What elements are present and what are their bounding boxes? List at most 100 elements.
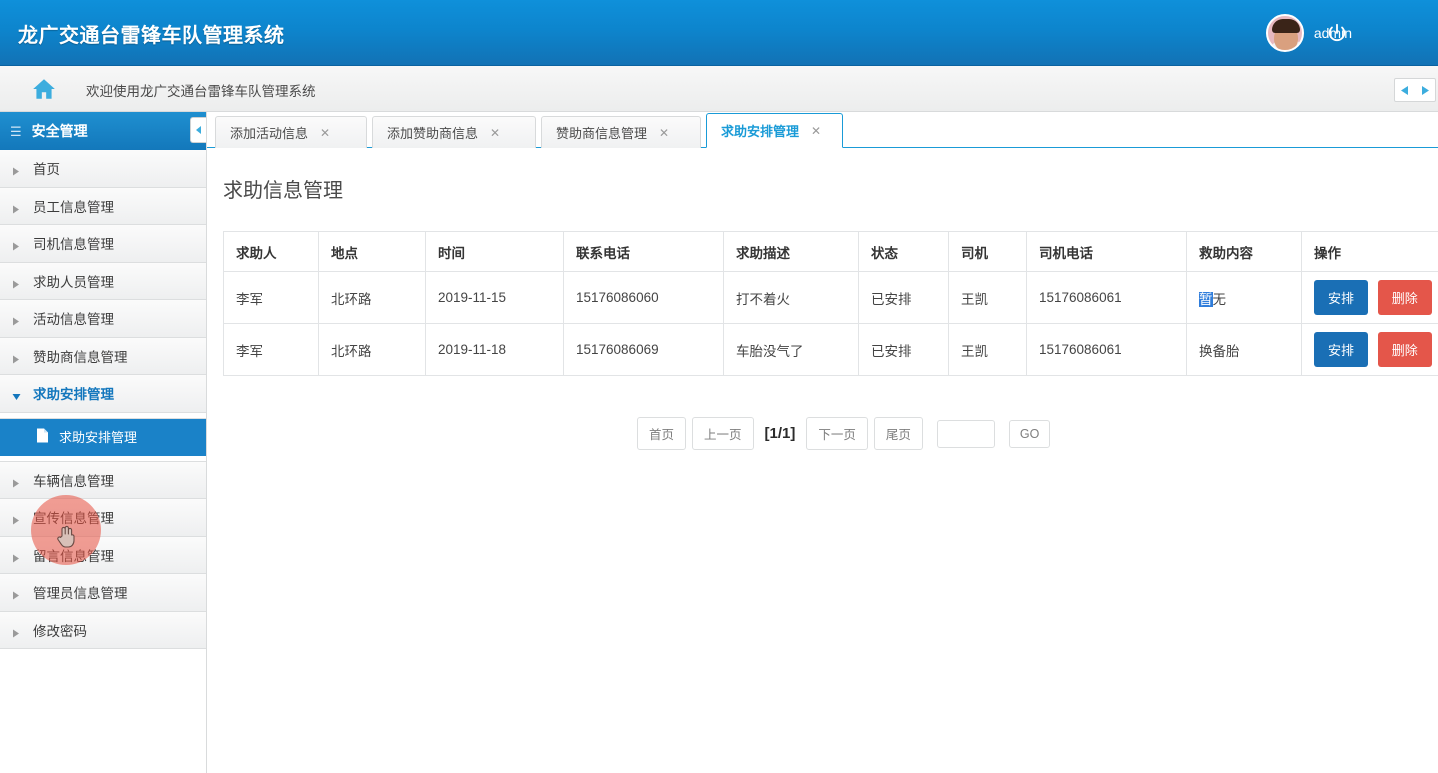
main-content: 添加活动信息 ✕ 添加赞助商信息 ✕ 赞助商信息管理 ✕ 求助安排管理 ✕ 求助… [207, 112, 1438, 773]
cell-driver: 王凯 [948, 271, 1027, 324]
column-header-status: 状态 [858, 231, 949, 272]
rescue-content-rest: 无 [1212, 291, 1227, 307]
column-header-rescue-content: 救助内容 [1186, 231, 1302, 272]
sidebar-item-promotion-info[interactable]: 宣传信息管理 [0, 499, 206, 537]
document-icon [36, 428, 49, 446]
assign-button[interactable]: 安排 [1314, 280, 1369, 315]
caret-right-icon [12, 626, 20, 638]
assign-button[interactable]: 安排 [1314, 332, 1369, 367]
caret-right-icon [12, 239, 20, 251]
welcome-bar: 欢迎使用龙广交通台雷锋车队管理系统 [0, 66, 1438, 112]
sidebar-item-admin-info[interactable]: 管理员信息管理 [0, 574, 206, 612]
close-icon[interactable]: ✕ [490, 127, 500, 139]
pagination-first-button[interactable]: 首页 [637, 417, 687, 450]
tab-label: 赞助商信息管理 [556, 126, 648, 141]
selected-text: 暂 [1199, 291, 1213, 307]
table-row: 李军 北环路 2019-11-18 15176086069 车胎没气了 已安排 … [223, 323, 1438, 376]
sidebar-header: ☰ 安全管理 [0, 112, 206, 150]
cell-requester: 李军 [223, 271, 319, 324]
cell-status: 已安排 [858, 323, 949, 376]
delete-button[interactable]: 删除 [1377, 332, 1432, 367]
tab-bar: 添加活动信息 ✕ 添加赞助商信息 ✕ 赞助商信息管理 ✕ 求助安排管理 ✕ [207, 112, 1438, 148]
chevron-left-icon[interactable] [1395, 79, 1415, 101]
menu-list-icon: ☰ [10, 123, 22, 139]
tab-label: 添加活动信息 [230, 126, 309, 141]
page-title: 求助信息管理 [223, 180, 343, 202]
caret-right-icon [12, 202, 20, 214]
caret-right-icon [12, 513, 20, 525]
pagination-indicator: [1/1] [764, 425, 796, 442]
sidebar-header-label: 安全管理 [31, 123, 88, 139]
sidebar-item-home[interactable]: 首页 [0, 150, 206, 188]
pagination-go-button[interactable]: GO [1008, 419, 1051, 448]
cell-actions: 安排 删除 [1301, 323, 1438, 376]
sidebar-item-label: 首页 [33, 162, 60, 178]
sidebar-item-staff-info[interactable]: 员工信息管理 [0, 187, 206, 225]
tab-add-sponsor-info[interactable]: 添加赞助商信息 ✕ [372, 116, 536, 148]
caret-right-icon [12, 277, 20, 289]
tab-help-arrangement-management[interactable]: 求助安排管理 ✕ [706, 113, 843, 148]
sidebar-item-label: 车辆信息管理 [33, 473, 114, 489]
pagination-last-button[interactable]: 尾页 [873, 417, 923, 450]
pagination: 首页 上一页 [1/1] 下一页 尾页 GO [637, 417, 1051, 450]
pagination-next-button[interactable]: 下一页 [806, 417, 868, 450]
avatar-hair [1271, 19, 1300, 33]
home-icon[interactable] [30, 76, 58, 107]
cell-description: 车胎没气了 [723, 323, 859, 376]
sidebar-item-message-info[interactable]: 留言信息管理 [0, 536, 206, 574]
close-icon[interactable]: ✕ [811, 125, 821, 137]
sidebar-item-help-seeker[interactable]: 求助人员管理 [0, 262, 206, 300]
sidebar-subitem-label: 求助安排管理 [59, 430, 138, 445]
avatar[interactable] [1265, 14, 1304, 52]
table-row: 李军 北环路 2019-11-15 15176086060 打不着火 已安排 王… [223, 271, 1438, 324]
help-requests-table: 求助人 地点 时间 联系电话 求助描述 状态 司机 司机电话 救助内容 操作 李… [223, 231, 1438, 376]
cell-location: 北环路 [318, 323, 426, 376]
delete-button[interactable]: 删除 [1377, 280, 1432, 315]
sidebar-item-label: 求助人员管理 [33, 274, 114, 290]
caret-right-icon [12, 551, 20, 563]
cell-actions: 安排 删除 [1301, 271, 1438, 324]
sidebar-item-help-arrangement[interactable]: 求助安排管理 [0, 375, 206, 413]
pagination-prev-button[interactable]: 上一页 [692, 417, 754, 450]
sidebar-item-activity-info[interactable]: 活动信息管理 [0, 300, 206, 338]
cell-driver-phone: 15176086061 [1026, 271, 1187, 324]
caret-right-icon [12, 476, 20, 488]
cell-status: 已安排 [858, 271, 949, 324]
column-header-driver: 司机 [948, 231, 1027, 272]
tab-scroll-nav[interactable] [1394, 78, 1436, 102]
cell-time: 2019-11-15 [425, 271, 564, 324]
column-header-contact-phone: 联系电话 [563, 231, 724, 272]
sidebar-collapse-button[interactable] [190, 117, 206, 143]
tab-add-activity-info[interactable]: 添加活动信息 ✕ [215, 116, 367, 148]
sidebar: ☰ 安全管理 首页 员工信息管理 司机信息管理 求助人员管理 活动信息管理 赞助… [0, 112, 207, 773]
cell-description: 打不着火 [723, 271, 859, 324]
sidebar-item-sponsor-info[interactable]: 赞助商信息管理 [0, 337, 206, 375]
sidebar-item-label: 赞助商信息管理 [33, 349, 128, 365]
tab-label: 添加赞助商信息 [387, 126, 479, 141]
sidebar-item-vehicle-info[interactable]: 车辆信息管理 [0, 461, 206, 499]
sidebar-item-label: 宣传信息管理 [33, 511, 114, 527]
cell-time: 2019-11-18 [425, 323, 564, 376]
welcome-text: 欢迎使用龙广交通台雷锋车队管理系统 [86, 84, 316, 99]
sidebar-item-driver-info[interactable]: 司机信息管理 [0, 225, 206, 263]
cell-location: 北环路 [318, 271, 426, 324]
sidebar-subitem-help-arrangement[interactable]: 求助安排管理 [0, 418, 206, 456]
sidebar-item-change-password[interactable]: 修改密码 [0, 611, 206, 649]
column-header-actions: 操作 [1301, 231, 1438, 272]
caret-right-icon [12, 352, 20, 364]
power-off-icon[interactable] [1326, 22, 1348, 44]
close-icon[interactable]: ✕ [320, 127, 330, 139]
cell-rescue-content: 暂无 [1186, 271, 1302, 324]
sidebar-item-label: 留言信息管理 [33, 548, 114, 564]
tab-sponsor-info-management[interactable]: 赞助商信息管理 ✕ [541, 116, 701, 148]
table-header-row: 求助人 地点 时间 联系电话 求助描述 状态 司机 司机电话 救助内容 操作 [223, 231, 1438, 272]
cell-driver-phone: 15176086061 [1026, 323, 1187, 376]
chevron-right-icon[interactable] [1415, 79, 1435, 101]
close-icon[interactable]: ✕ [659, 127, 669, 139]
pagination-jump-input[interactable] [936, 419, 995, 448]
sidebar-item-label: 管理员信息管理 [33, 586, 128, 602]
column-header-description: 求助描述 [723, 231, 859, 272]
sidebar-item-label: 活动信息管理 [33, 312, 114, 328]
caret-right-icon [12, 314, 20, 326]
cell-contact-phone: 15176086060 [563, 271, 724, 324]
